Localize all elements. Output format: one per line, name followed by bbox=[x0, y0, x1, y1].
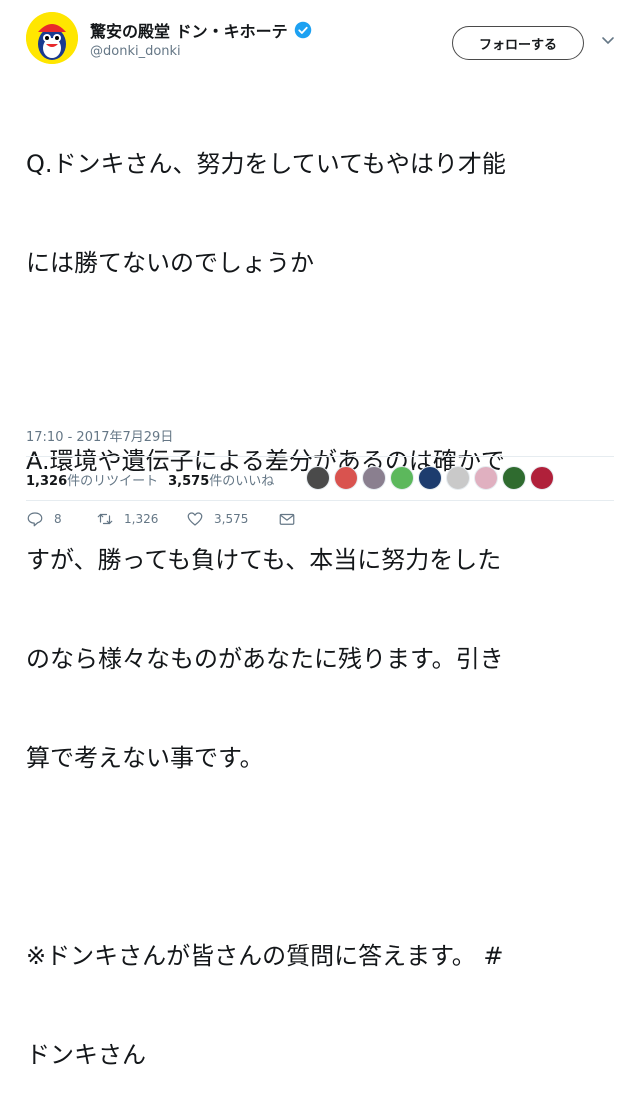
tweet-header: 驚安の殿堂 ドン・キホーテ @donki_donki フォローする bbox=[26, 12, 616, 72]
direct-message-button[interactable] bbox=[278, 510, 296, 528]
retweet-button[interactable]: 1,326 bbox=[96, 510, 186, 528]
follow-button[interactable]: フォローする bbox=[452, 26, 584, 60]
divider bbox=[26, 500, 614, 501]
tweet-line bbox=[26, 841, 616, 874]
avatar[interactable] bbox=[26, 12, 78, 64]
tweet-line: には勝てないのでしょうか bbox=[26, 249, 314, 277]
retweet-stat-count: 1,326 bbox=[26, 473, 68, 489]
liker-avatar-4[interactable] bbox=[390, 466, 414, 490]
liker-avatar-2[interactable] bbox=[334, 466, 358, 490]
retweet-stat[interactable]: 1,326件のリツイート bbox=[26, 470, 158, 489]
tweet-line: 算で考えない事です。 bbox=[26, 744, 264, 772]
tweet-line: ※ドンキさんが皆さんの質問に答えます。 # bbox=[26, 942, 504, 970]
account-handle[interactable]: @donki_donki bbox=[90, 44, 181, 59]
liker-avatar-7[interactable] bbox=[474, 466, 498, 490]
tweet-line: ドンキさん bbox=[26, 1041, 146, 1069]
liker-avatar-9[interactable] bbox=[530, 466, 554, 490]
like-button[interactable]: 3,575 bbox=[186, 510, 278, 528]
like-stat[interactable]: 3,575件のいいね bbox=[168, 470, 274, 489]
reply-count: 8 bbox=[54, 512, 62, 526]
liker-avatar-8[interactable] bbox=[502, 466, 526, 490]
retweet-stat-label: 件のリツイート bbox=[67, 473, 159, 489]
liker-avatar-1[interactable] bbox=[306, 466, 330, 490]
display-name[interactable]: 驚安の殿堂 ドン・キホーテ bbox=[90, 18, 288, 42]
verified-badge-icon bbox=[294, 21, 311, 39]
like-stat-label: 件のいいね bbox=[209, 473, 275, 489]
tweet-line: のなら様々なものがあなたに残ります。引き bbox=[26, 645, 504, 673]
like-stat-count: 3,575 bbox=[168, 473, 210, 489]
envelope-icon bbox=[279, 513, 295, 525]
reply-icon bbox=[27, 512, 43, 527]
tweet-line bbox=[26, 346, 616, 379]
retweet-count: 1,326 bbox=[124, 512, 159, 526]
tweet-line: Q.ドンキさん、努力をしていてもやはり才能 bbox=[26, 150, 506, 178]
tweet-actions: 8 1,326 3,575 bbox=[26, 510, 296, 528]
reply-button[interactable]: 8 bbox=[26, 510, 96, 528]
tweet-line: すが、勝っても負けても、本当に努力をした bbox=[26, 546, 502, 574]
divider bbox=[26, 456, 614, 457]
liker-avatar-6[interactable] bbox=[446, 466, 470, 490]
like-count: 3,575 bbox=[214, 512, 249, 526]
donpen-logo-icon bbox=[26, 12, 78, 64]
retweet-icon bbox=[97, 513, 113, 525]
liker-avatar-3[interactable] bbox=[362, 466, 386, 490]
liker-avatar-5[interactable] bbox=[418, 466, 442, 490]
tweet-timestamp[interactable]: 17:10 - 2017年7月29日 bbox=[26, 426, 173, 445]
liker-avatars bbox=[306, 466, 554, 490]
heart-icon bbox=[187, 512, 203, 526]
tweet-text: Q.ドンキさん、努力をしていてもやはり才能 には勝てないのでしょうか A.環境や… bbox=[26, 82, 616, 1104]
chevron-down-icon[interactable] bbox=[600, 32, 616, 48]
tweet-stats: 1,326件のリツイート 3,575件のいいね bbox=[26, 464, 284, 494]
